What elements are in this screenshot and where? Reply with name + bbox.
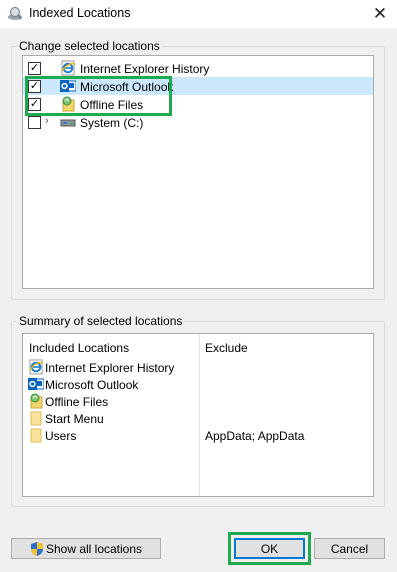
offline-files-icon <box>30 393 43 409</box>
checkbox-outlook[interactable]: ✓ <box>28 80 41 93</box>
change-locations-label: Change selected locations <box>17 39 162 53</box>
column-header-included: Included Locations <box>29 341 130 355</box>
folder-icon <box>30 411 42 426</box>
tree-item-label: Internet Explorer History <box>80 62 210 76</box>
tree-item-label: Microsoft Outlook <box>80 80 174 94</box>
locations-tree[interactable]: ✓ Internet Explorer History ✓ Microsoft … <box>22 55 374 289</box>
summary-label: Summary of selected locations <box>17 314 185 328</box>
column-header-exclude: Exclude <box>205 341 248 355</box>
summary-row: Offline Files <box>23 393 373 410</box>
summary-included: Offline Files <box>45 395 109 409</box>
checkbox-system-c[interactable] <box>28 116 41 129</box>
tree-item-offline-files[interactable]: ✓ Offline Files <box>23 95 373 113</box>
indexing-options-icon <box>8 7 22 20</box>
tree-item-label: System (C:) <box>80 116 144 130</box>
checkbox-ie-history[interactable]: ✓ <box>28 62 41 75</box>
summary-row: Internet Explorer History <box>23 359 373 376</box>
show-all-locations-button[interactable]: Show all locations <box>11 538 161 559</box>
folder-icon <box>30 428 42 443</box>
window-title: Indexed Locations <box>29 6 131 20</box>
offline-files-icon <box>62 96 75 112</box>
outlook-icon <box>60 80 76 92</box>
summary-included: Microsoft Outlook <box>45 378 139 392</box>
close-icon: ✕ <box>372 4 388 23</box>
summary-list: Included Locations Exclude Internet Expl… <box>22 333 374 497</box>
ok-button[interactable]: OK <box>234 538 305 559</box>
tree-item-label: Offline Files <box>80 98 144 112</box>
summary-row: Start Menu <box>23 410 373 427</box>
outlook-icon <box>28 378 44 390</box>
cancel-button[interactable]: Cancel <box>314 538 385 559</box>
tree-item-system-c[interactable]: › System (C:) <box>23 113 373 131</box>
uac-shield-icon <box>30 541 43 556</box>
drive-icon <box>60 119 76 127</box>
summary-row: Microsoft Outlook <box>23 376 373 393</box>
summary-row: Users AppData; AppData <box>23 427 373 444</box>
summary-included: Users <box>45 429 77 443</box>
title-bar: Indexed Locations ✕ <box>0 0 397 28</box>
ok-label: OK <box>260 541 279 556</box>
tree-item-outlook[interactable]: ✓ Microsoft Outlook <box>23 77 373 95</box>
summary-included: Start Menu <box>45 412 104 426</box>
close-button[interactable]: ✕ <box>363 0 397 28</box>
checkbox-offline-files[interactable]: ✓ <box>28 98 41 111</box>
cancel-label: Cancel <box>330 541 369 556</box>
ie-icon <box>61 60 76 76</box>
summary-included: Internet Explorer History <box>45 361 175 375</box>
tree-item-ie-history[interactable]: ✓ Internet Explorer History <box>23 59 373 77</box>
summary-exclude: AppData; AppData <box>205 429 305 443</box>
chevron-right-icon[interactable]: › <box>45 115 55 127</box>
ie-icon <box>29 359 44 375</box>
show-all-locations-label: Show all locations <box>45 541 143 556</box>
